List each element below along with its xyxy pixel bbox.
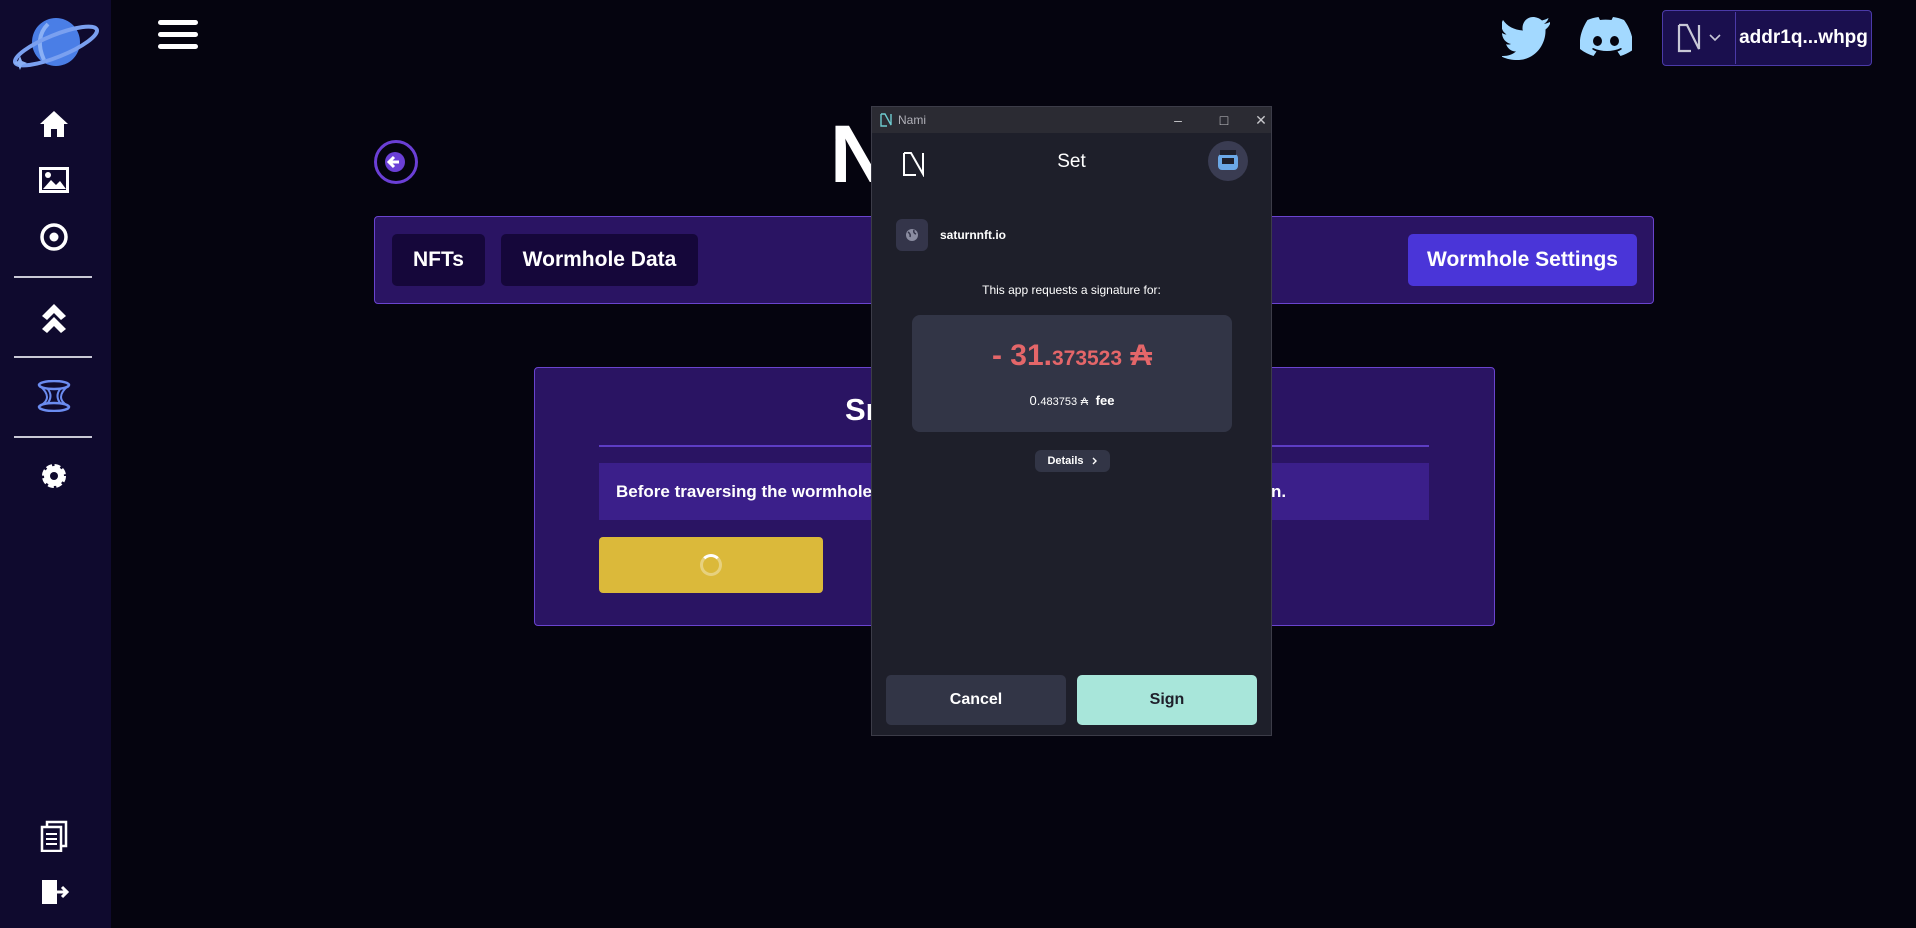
documents-icon[interactable] [36, 818, 72, 854]
submit-button-loading[interactable] [599, 537, 823, 593]
request-origin: saturnnft.io [896, 219, 1006, 251]
menu-toggle-button[interactable] [158, 20, 198, 56]
wallet-selector[interactable] [1663, 12, 1736, 64]
logout-icon[interactable] [36, 874, 72, 910]
gear-icon[interactable] [36, 458, 72, 494]
wallet-connect-button[interactable]: addr1q...whpg [1662, 10, 1872, 66]
sidebar-divider [14, 276, 92, 278]
back-button[interactable] [374, 140, 418, 184]
sidebar-divider [14, 436, 92, 438]
maximize-icon[interactable]: □ [1204, 107, 1244, 133]
request-description: This app requests a signature for: [982, 283, 1161, 297]
chevrons-up-icon[interactable] [36, 299, 72, 335]
cancel-button[interactable]: Cancel [886, 675, 1066, 725]
tab-wormhole-settings[interactable]: Wormhole Settings [1408, 234, 1637, 286]
fee-int: 0. [1029, 393, 1041, 408]
details-button[interactable]: Details [1035, 450, 1110, 472]
wallet-address: addr1q...whpg [1739, 27, 1868, 48]
sign-button[interactable]: Sign [1077, 675, 1257, 725]
fee-value: 0.483753 ₳ fee [912, 393, 1232, 408]
close-icon[interactable]: ✕ [1250, 107, 1272, 133]
saturn-logo[interactable] [8, 14, 100, 74]
twitter-icon[interactable] [1500, 16, 1552, 60]
nami-logo-icon [880, 113, 892, 127]
window-title: Nami [898, 113, 927, 127]
avatar-icon[interactable] [1208, 141, 1248, 181]
amount-decimals: 373523 [1051, 347, 1123, 370]
nami-signature-popup: Nami – □ ✕ Set saturnnft.io This app req… [871, 106, 1272, 736]
amount-summary: - 31.373523 ₳ 0.483753 ₳ fee [912, 315, 1232, 432]
ada-symbol: ₳ [1130, 339, 1153, 372]
notice-text-end: n. [1271, 481, 1287, 501]
image-icon[interactable] [36, 162, 72, 198]
arrow-left-icon [385, 152, 405, 172]
minimize-icon[interactable]: – [1158, 107, 1198, 133]
chevron-down-icon [1709, 34, 1721, 42]
window-titlebar: Nami – □ ✕ [872, 107, 1271, 133]
fee-ada-symbol: ₳ [1080, 396, 1089, 408]
origin-url: saturnnft.io [940, 228, 1006, 242]
details-label: Details [1047, 455, 1084, 467]
fee-label: fee [1095, 393, 1115, 408]
circle-dot-icon[interactable] [36, 219, 72, 255]
popup-header: Set [872, 133, 1271, 191]
tab-wormhole-data[interactable]: Wormhole Data [501, 234, 698, 286]
globe-icon [896, 219, 928, 251]
sidebar-divider [14, 356, 92, 358]
fee-decimals: 483753 [1040, 396, 1078, 408]
amount-value: - 31.373523 ₳ [912, 339, 1232, 373]
sidebar [0, 0, 111, 928]
nami-logo-icon [1677, 23, 1701, 53]
chevron-right-icon [1092, 457, 1097, 465]
notice-text: Before traversing the wormhole, a [616, 481, 891, 501]
tab-nfts[interactable]: NFTs [392, 234, 485, 286]
home-icon[interactable] [36, 106, 72, 142]
discord-icon[interactable] [1579, 16, 1634, 60]
wormhole-icon[interactable] [36, 378, 72, 414]
loading-spinner-icon [700, 554, 722, 576]
amount-main: - 31. [991, 339, 1052, 372]
